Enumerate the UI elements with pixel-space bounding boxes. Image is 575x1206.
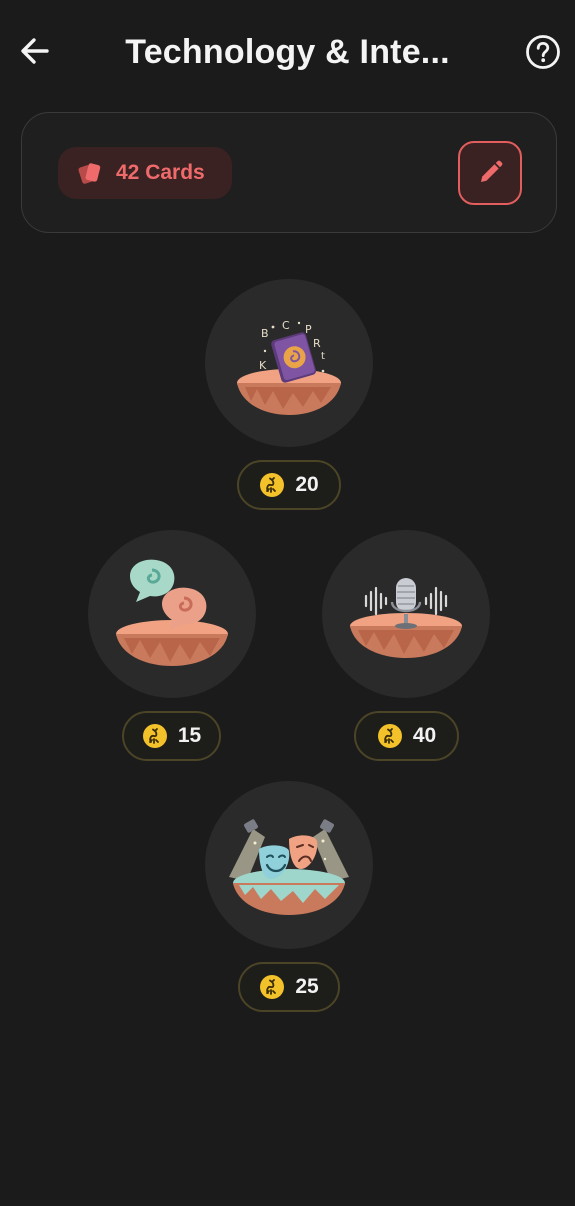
cards-count-label: 42 Cards [116, 161, 205, 184]
back-button[interactable] [18, 34, 52, 68]
level-price-1[interactable]: 20 [237, 460, 341, 510]
deck-panel: 42 Cards [21, 112, 557, 233]
page-title: Technology & Inte... [125, 33, 450, 71]
svg-text:R: R [313, 337, 321, 350]
svg-text:t: t [321, 351, 325, 362]
microphone-icon [350, 578, 462, 658]
help-button[interactable] [525, 34, 561, 70]
svg-text:B: B [261, 327, 269, 340]
scorpion-coin-icon [377, 724, 402, 748]
svg-text:P: P [305, 323, 312, 336]
level-node-2[interactable] [88, 530, 256, 698]
level-node-3[interactable] [322, 530, 490, 698]
edit-deck-button[interactable] [458, 141, 522, 205]
pencil-icon [481, 160, 503, 182]
cards-count-badge[interactable]: 42 Cards [58, 147, 232, 199]
speech-swirl-icon [116, 559, 228, 666]
arrow-left-icon [21, 38, 49, 64]
level-price-2[interactable]: 15 [122, 711, 221, 761]
cards-icon [78, 163, 101, 184]
svg-text:K: K [259, 359, 267, 372]
scorpion-coin-icon [260, 473, 285, 497]
level-price-value-1: 20 [295, 473, 319, 496]
level-price-value-4: 25 [295, 975, 319, 998]
scorpion-coin-icon [260, 975, 285, 999]
level-price-3[interactable]: 40 [354, 711, 459, 761]
level-price-value-3: 40 [412, 724, 437, 747]
spell-book-icon: B C P R K t [237, 319, 341, 415]
question-circle-icon [526, 35, 560, 69]
scorpion-coin-icon [142, 724, 167, 748]
svg-text:C: C [282, 319, 290, 332]
page: Technology & Inte... 42 Cards B C P R K … [0, 0, 575, 1206]
level-node-4[interactable] [205, 781, 373, 949]
level-node-1[interactable]: B C P R K t [205, 279, 373, 447]
level-price-4[interactable]: 25 [238, 962, 340, 1012]
level-price-value-2: 15 [177, 724, 202, 747]
top-bar: Technology & Inte... [0, 0, 575, 104]
theater-masks-icon [229, 819, 349, 915]
